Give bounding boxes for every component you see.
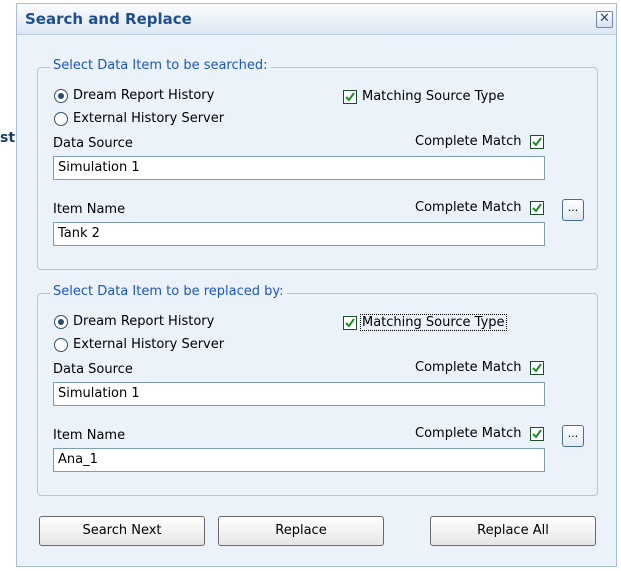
- search-radio-external-label: External History Server: [73, 111, 225, 126]
- search-item-name-complete-match-label: Complete Match: [415, 200, 522, 215]
- search-data-source-complete-match-checkbox[interactable]: [530, 135, 544, 149]
- check-icon: [532, 203, 542, 213]
- replace-item-name-input[interactable]: Ana_1: [53, 448, 545, 472]
- search-replace-dialog: Search and Replace ✕ Select Data Item to…: [16, 3, 617, 567]
- replace-item-name-complete-match-checkbox[interactable]: [530, 427, 544, 441]
- replace-all-button[interactable]: Replace All: [430, 516, 596, 546]
- search-item-name-browse-button[interactable]: ...: [562, 199, 584, 221]
- replace-item-name-complete-match-label: Complete Match: [415, 426, 522, 441]
- replace-data-source-complete-match-checkbox[interactable]: [530, 361, 544, 375]
- replace-matching-source-type-label: Matching Source Type: [360, 314, 507, 331]
- search-group: Select Data Item to be searched: Dream R…: [37, 58, 598, 270]
- replace-group-legend: Select Data Item to be replaced by:: [50, 284, 287, 299]
- check-icon: [345, 92, 355, 102]
- dialog-title: Search and Replace: [25, 10, 192, 28]
- close-button[interactable]: ✕: [596, 11, 613, 28]
- replace-item-name-label: Item Name: [53, 428, 126, 443]
- search-radio-external-history-server[interactable]: [54, 112, 68, 126]
- replace-button[interactable]: Replace: [218, 516, 384, 546]
- close-icon: ✕: [599, 11, 610, 26]
- title-bar: Search and Replace ✕: [17, 4, 616, 35]
- check-icon: [532, 363, 542, 373]
- background-clipped-text: st: [0, 130, 16, 146]
- replace-matching-source-type-checkbox[interactable]: [343, 316, 357, 330]
- replace-data-source-complete-match-label: Complete Match: [415, 360, 522, 375]
- search-radio-dream-report-history[interactable]: [54, 89, 68, 103]
- check-icon: [345, 318, 355, 328]
- search-radio-dream-label: Dream Report History: [73, 88, 215, 103]
- check-icon: [532, 137, 542, 147]
- search-data-source-complete-match-label: Complete Match: [415, 134, 522, 149]
- search-item-name-complete-match-checkbox[interactable]: [530, 201, 544, 215]
- search-data-source-input[interactable]: Simulation 1: [53, 156, 545, 180]
- search-next-button[interactable]: Search Next: [39, 516, 205, 546]
- replace-data-source-input[interactable]: Simulation 1: [53, 382, 545, 406]
- replace-radio-external-label: External History Server: [73, 337, 225, 352]
- replace-radio-dream-label: Dream Report History: [73, 314, 215, 329]
- replace-radio-external-history-server[interactable]: [54, 338, 68, 352]
- search-matching-source-type-checkbox[interactable]: [343, 90, 357, 104]
- search-item-name-label: Item Name: [53, 202, 126, 217]
- replace-data-source-label: Data Source: [53, 362, 133, 377]
- replace-radio-dream-report-history[interactable]: [54, 315, 68, 329]
- check-icon: [532, 429, 542, 439]
- replace-group: Select Data Item to be replaced by: Drea…: [37, 284, 598, 496]
- search-data-source-label: Data Source: [53, 136, 133, 151]
- search-item-name-input[interactable]: Tank 2: [53, 222, 545, 246]
- search-group-legend: Select Data Item to be searched:: [50, 58, 271, 73]
- replace-item-name-browse-button[interactable]: ...: [562, 425, 584, 447]
- search-matching-source-type-label: Matching Source Type: [362, 89, 505, 104]
